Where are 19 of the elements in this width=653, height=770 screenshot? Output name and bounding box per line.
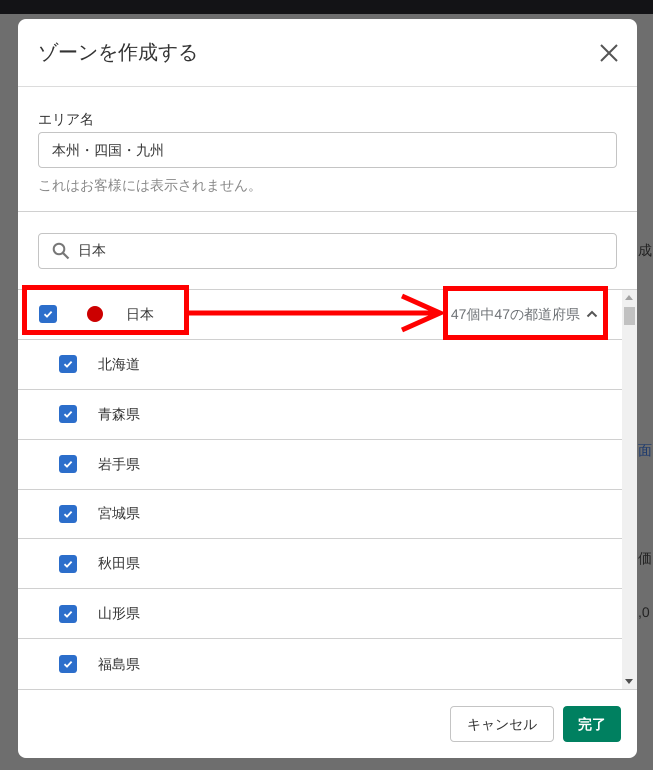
field-label: エリア名 [38, 110, 95, 129]
region-name: 山形県 [98, 604, 140, 624]
dialog-title: ゾーンを作成する [38, 40, 198, 66]
background-text: 価 [638, 549, 652, 568]
region-name: 秋田県 [98, 554, 140, 574]
region-name: 宮城県 [98, 504, 140, 524]
help-text: これはお客様には表示されません。 [38, 176, 263, 195]
background-text: 成 [638, 241, 652, 260]
done-button[interactable]: 完了 [563, 706, 621, 742]
background-text: ,0 [638, 603, 650, 622]
region-name: 福島県 [98, 654, 140, 674]
expand-toggle[interactable]: 47個中47の都道府県 [450, 304, 598, 325]
cancel-button[interactable]: キャンセル [450, 706, 554, 742]
country-name: 日本 [126, 304, 154, 324]
search-field[interactable]: 日本 [38, 232, 617, 268]
region-name: 北海道 [98, 354, 140, 374]
input-field[interactable]: 本州・四国・九州 [38, 132, 617, 168]
region-name: 青森県 [98, 404, 140, 424]
region-name: 岩手県 [98, 454, 140, 474]
